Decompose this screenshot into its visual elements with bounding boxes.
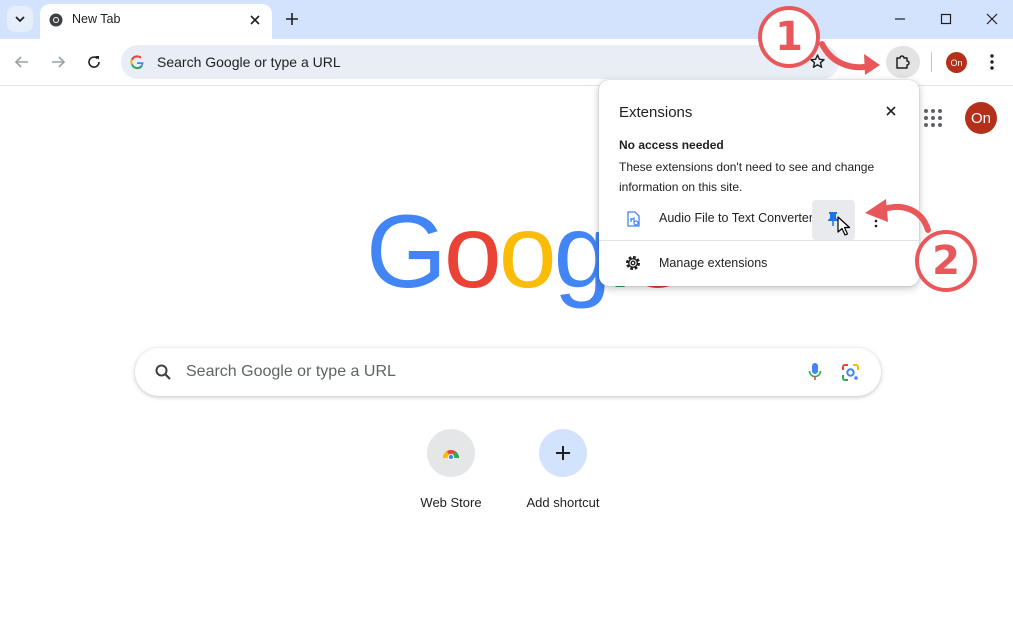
ntp-search-placeholder: Search Google or type a URL xyxy=(186,363,396,380)
chrome-icon xyxy=(49,13,63,27)
minimize-icon[interactable] xyxy=(892,11,908,27)
extension-name: Audio File to Text Converter xyxy=(659,211,814,225)
manage-extensions-item[interactable]: Manage extensions xyxy=(599,246,919,280)
chevron-down-icon xyxy=(15,16,25,23)
more-menu-icon[interactable] xyxy=(986,52,998,72)
profile-avatar[interactable]: On xyxy=(946,52,967,73)
mouse-cursor-icon xyxy=(837,216,851,236)
chrome-web-store-icon xyxy=(442,450,460,461)
close-tab-icon[interactable] xyxy=(247,12,263,28)
manage-extensions-label: Manage extensions xyxy=(659,256,768,270)
step-1-marker: 1 xyxy=(758,6,820,68)
popup-title: Extensions xyxy=(619,104,693,121)
tab-new-tab[interactable]: New Tab xyxy=(40,4,272,39)
logo-letter-g: G xyxy=(366,194,447,310)
google-apps-icon[interactable] xyxy=(923,108,943,128)
plus-icon xyxy=(556,446,570,460)
step-1-arrow-icon xyxy=(819,41,880,75)
maximize-icon[interactable] xyxy=(938,11,954,27)
shortcut-tile xyxy=(427,429,475,477)
google-g-icon xyxy=(130,55,144,70)
reload-icon[interactable] xyxy=(85,53,103,71)
section-description: These extensions don't need to see and c… xyxy=(619,160,875,194)
step-2-marker: 2 xyxy=(915,230,977,292)
tab-title: New Tab xyxy=(72,12,121,26)
google-lens-icon[interactable] xyxy=(841,363,860,382)
address-bar-placeholder: Search Google or type a URL xyxy=(157,54,341,70)
voice-search-icon[interactable] xyxy=(807,362,823,382)
search-icon xyxy=(155,364,171,380)
gear-icon xyxy=(626,256,640,270)
shortcut-label: Web Store xyxy=(420,495,482,510)
audio-file-icon xyxy=(627,211,640,227)
address-bar[interactable]: Search Google or type a URL xyxy=(121,45,839,79)
toolbar-divider xyxy=(931,52,932,72)
ntp-search-box[interactable]: Search Google or type a URL xyxy=(135,348,881,396)
back-arrow-icon[interactable] xyxy=(13,53,31,71)
puzzle-piece-icon xyxy=(896,55,910,69)
extensions-button[interactable] xyxy=(886,46,920,78)
shortcut-add[interactable]: Add shortcut xyxy=(507,429,619,519)
tab-strip: New Tab xyxy=(0,0,1013,39)
tab-search-button[interactable] xyxy=(7,6,33,32)
shortcut-label: Add shortcut xyxy=(526,495,600,510)
close-window-icon[interactable] xyxy=(984,11,1000,27)
popup-divider xyxy=(599,240,919,241)
logo-letter-o2: o xyxy=(498,194,557,310)
close-icon[interactable] xyxy=(883,103,899,119)
logo-letter-o1: o xyxy=(443,194,502,310)
shortcut-web-store[interactable]: Web Store xyxy=(395,429,507,519)
forward-arrow-icon[interactable] xyxy=(49,53,67,71)
section-heading: No access needed xyxy=(619,138,724,152)
account-avatar[interactable]: On xyxy=(965,102,997,134)
shortcut-tile xyxy=(539,429,587,477)
extensions-popup: Extensions No access needed These extens… xyxy=(599,80,919,286)
step-2-arrow-icon xyxy=(865,199,931,233)
new-tab-plus-icon[interactable] xyxy=(283,10,301,28)
